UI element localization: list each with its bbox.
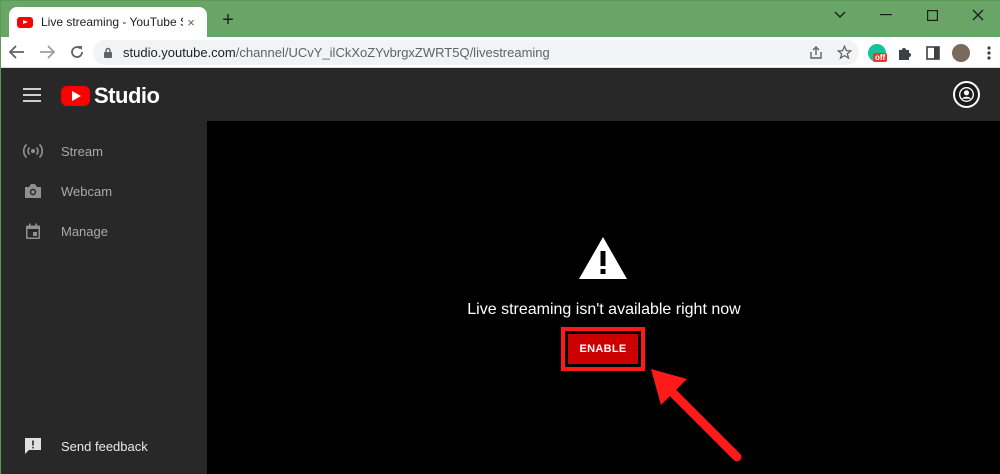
minimize-icon[interactable]: [863, 1, 909, 29]
youtube-favicon-icon: [17, 16, 33, 28]
url-host: studio.youtube.com: [123, 45, 236, 60]
bookmark-star-icon[interactable]: [835, 44, 853, 62]
url-path: /channel/UCvY_ilCkXoZYvbrgxZWRT5Q/livest…: [235, 45, 550, 60]
reload-icon[interactable]: [63, 38, 91, 66]
studio-header: Studio: [1, 68, 1000, 121]
calendar-icon: [23, 221, 43, 241]
browser-window: Live streaming - YouTube Studio × +: [0, 0, 1000, 474]
sidebar-item-webcam[interactable]: Webcam: [1, 171, 207, 211]
grammarly-icon[interactable]: off: [867, 43, 888, 63]
sidebar-item-label: Webcam: [61, 183, 113, 199]
share-icon[interactable]: [807, 44, 825, 62]
feedback-icon: [23, 436, 43, 456]
menu-icon[interactable]: [23, 88, 41, 102]
chevron-down-icon[interactable]: [817, 1, 863, 29]
close-window-icon[interactable]: [955, 1, 1000, 29]
extensions-area: off: [867, 40, 999, 65]
puzzle-extensions-icon[interactable]: [895, 43, 915, 63]
sidebar-item-label: Stream: [61, 143, 103, 159]
account-avatar[interactable]: [953, 81, 980, 108]
tab-close-icon[interactable]: ×: [183, 15, 199, 30]
main-content: Live streaming isn't available right now…: [207, 121, 1000, 474]
enable-button[interactable]: ENABLE: [568, 334, 638, 364]
address-bar[interactable]: studio.youtube.com/channel/UCvY_ilCkXoZY…: [93, 40, 859, 65]
sidebar: Stream Webcam Manage Send feedback: [1, 121, 207, 474]
side-panel-icon[interactable]: [923, 43, 943, 63]
sidebar-item-stream[interactable]: Stream: [1, 131, 207, 171]
pointer-arrow-annotation: [651, 369, 742, 462]
broadcast-icon: [23, 141, 43, 161]
address-bar-actions: [807, 40, 853, 65]
tab-strip: Live streaming - YouTube Studio × +: [1, 1, 1000, 37]
unavailable-message: Live streaming isn't available right now: [467, 301, 741, 318]
avatar: [952, 43, 970, 62]
youtube-logo-icon: [61, 86, 90, 106]
grammarly-badge: off: [873, 52, 888, 62]
new-tab-button[interactable]: +: [217, 10, 239, 32]
studio-logo[interactable]: Studio: [61, 83, 160, 109]
enable-highlight-box: ENABLE: [561, 327, 645, 371]
profile-avatar[interactable]: [951, 43, 971, 63]
feedback-label: Send feedback: [61, 438, 148, 454]
sidebar-item-manage[interactable]: Manage: [1, 211, 207, 251]
tab-title: Live streaming - YouTube Studio: [41, 15, 183, 29]
more-vertical-icon[interactable]: [979, 43, 999, 63]
forward-arrow-icon[interactable]: [33, 38, 61, 66]
send-feedback-button[interactable]: Send feedback: [1, 426, 207, 466]
back-arrow-icon[interactable]: [3, 38, 31, 66]
tab-live-streaming[interactable]: Live streaming - YouTube Studio ×: [9, 7, 207, 37]
logo-text: Studio: [94, 83, 160, 108]
maximize-icon[interactable]: [909, 1, 955, 29]
warning-icon: [579, 237, 627, 279]
window-controls: [817, 1, 1000, 31]
lock-icon[interactable]: [101, 46, 115, 60]
camera-icon: [23, 181, 43, 201]
browser-toolbar: studio.youtube.com/channel/UCvY_ilCkXoZY…: [1, 37, 1000, 68]
sidebar-item-label: Manage: [61, 223, 108, 239]
url-text: studio.youtube.com/channel/UCvY_ilCkXoZY…: [123, 45, 550, 60]
